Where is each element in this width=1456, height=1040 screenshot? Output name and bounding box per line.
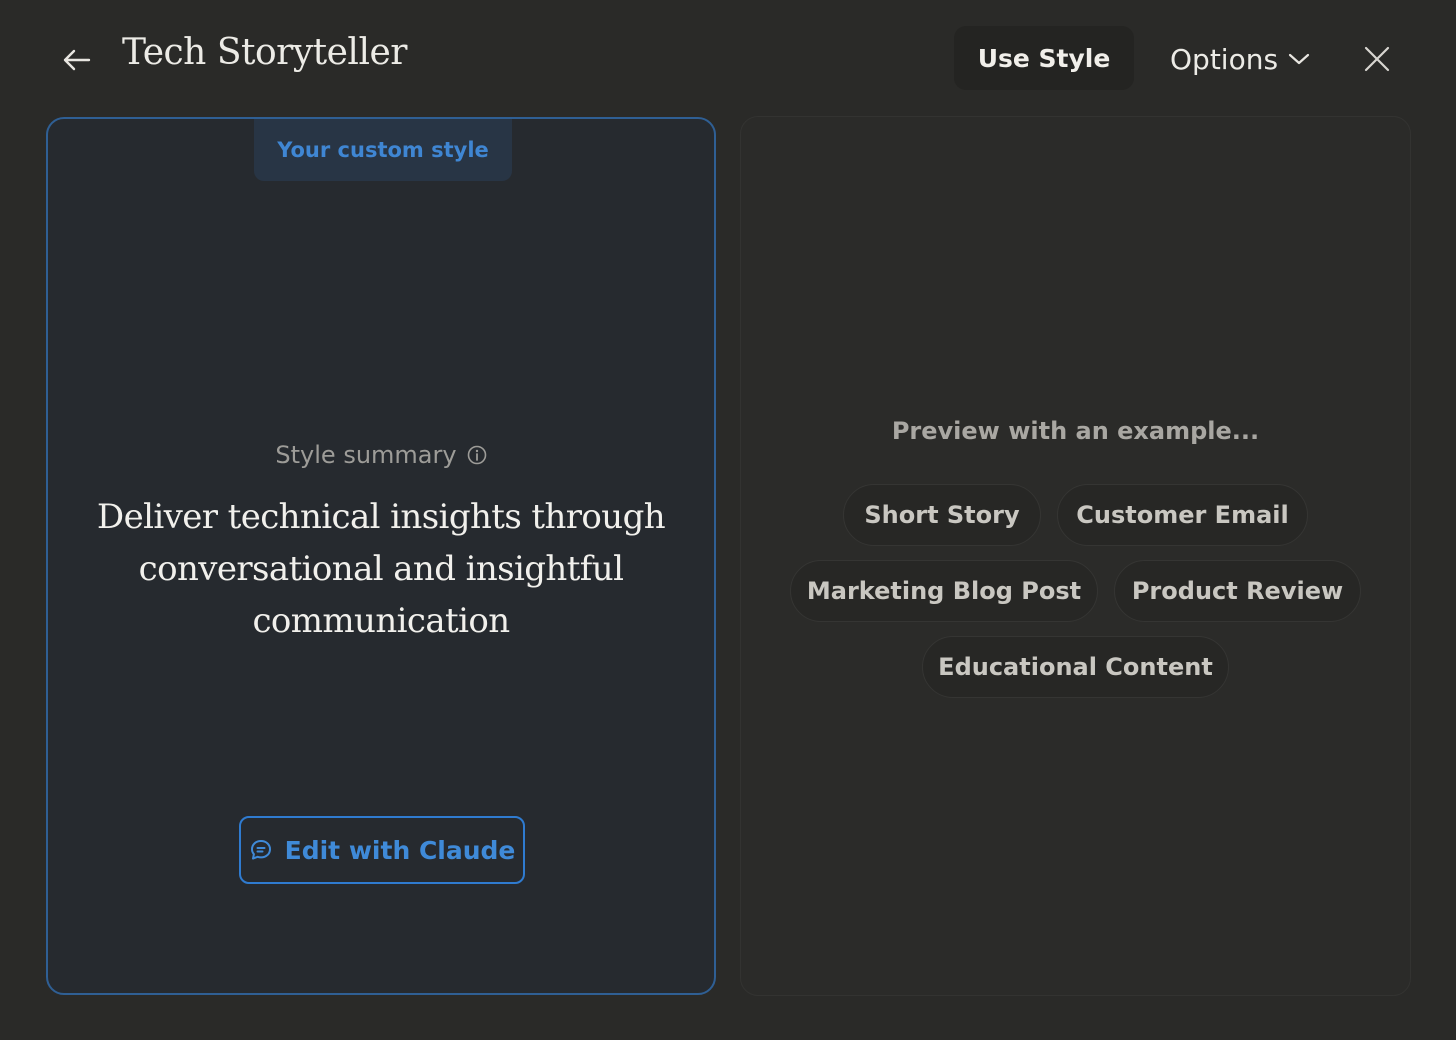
back-button[interactable]: [56, 40, 96, 80]
info-icon[interactable]: [467, 445, 487, 465]
example-chip-customer-email[interactable]: Customer Email: [1057, 484, 1308, 546]
style-summary-text: Deliver technical insights through conve…: [96, 497, 666, 641]
chat-bubble-icon: [250, 840, 271, 860]
options-label: Options: [1170, 42, 1279, 76]
header: Tech Storyteller Use Style Options: [0, 0, 1456, 116]
style-editor-window: Tech Storyteller Use Style Options Your …: [0, 0, 1456, 1040]
edit-with-claude-button[interactable]: Edit with Claude: [239, 816, 525, 884]
example-chip-product-review[interactable]: Product Review: [1114, 560, 1361, 622]
edit-with-claude-label: Edit with Claude: [284, 835, 516, 865]
use-style-button[interactable]: Use Style: [954, 26, 1134, 90]
preview-label: Preview with an example...: [891, 417, 1260, 445]
style-summary-panel: Your custom style Style summary Deliver …: [46, 117, 716, 995]
example-chip-educational-content[interactable]: Educational Content: [922, 636, 1229, 698]
preview-panel: Preview with an example... Short Story C…: [740, 116, 1411, 996]
example-chip-marketing-blog-post[interactable]: Marketing Blog Post: [790, 560, 1098, 622]
arrow-left-icon: [63, 49, 91, 71]
custom-style-tag: Your custom style: [254, 119, 512, 181]
close-icon: [1364, 46, 1390, 72]
page-title: Tech Storyteller: [122, 32, 407, 73]
close-button[interactable]: [1358, 40, 1396, 78]
style-summary-heading: Style summary: [48, 441, 714, 469]
example-chip-short-story[interactable]: Short Story: [843, 484, 1041, 546]
chevron-down-icon: [1288, 53, 1310, 65]
options-dropdown[interactable]: Options: [1170, 34, 1310, 84]
style-summary-label: Style summary: [275, 441, 457, 469]
